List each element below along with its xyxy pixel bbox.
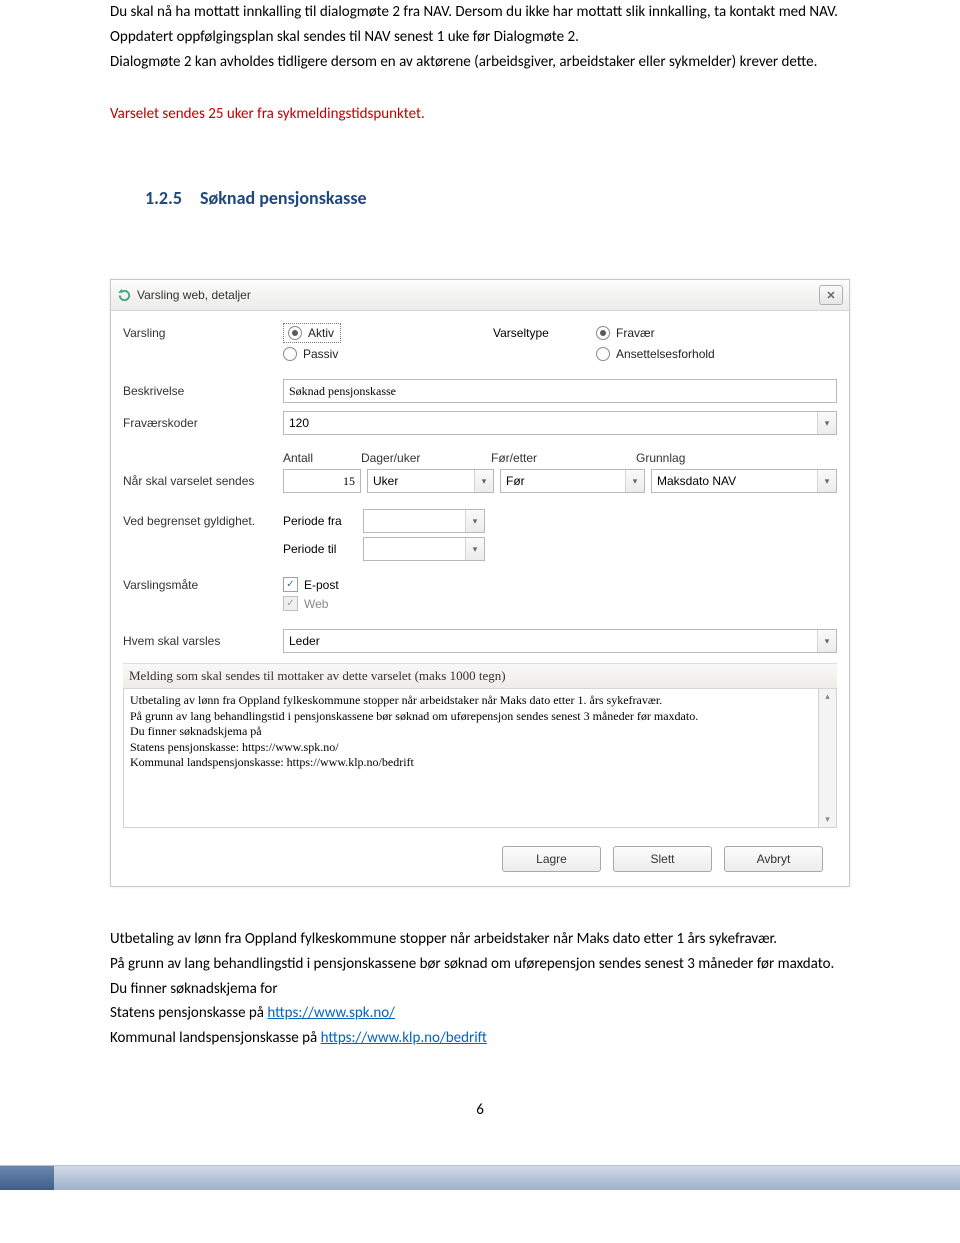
dialog-header: Varsling web, detaljer ✕ xyxy=(111,280,849,311)
lagre-button[interactable]: Lagre xyxy=(502,846,601,872)
section-title: Søknad pensjonskasse xyxy=(200,187,367,209)
spk-link[interactable]: https://www.spk.no/ xyxy=(267,1004,395,1022)
radio-fravaer[interactable] xyxy=(596,326,610,340)
label-periode-fra: Periode fra xyxy=(283,514,363,528)
after-klp: Kommunal landspensjonskasse på https://w… xyxy=(110,1026,850,1051)
select-grunnlag[interactable]: Maksdato NAV ▾ xyxy=(651,469,837,493)
label-hvem: Hvem skal varsles xyxy=(123,634,283,648)
select-hvem-value: Leder xyxy=(289,634,320,648)
page-number: 6 xyxy=(110,1101,850,1119)
intro-p1: Du skal nå ha mottatt innkalling til dia… xyxy=(110,0,850,25)
close-button[interactable]: ✕ xyxy=(819,285,843,305)
select-fravaerskoder-value: 120 xyxy=(289,416,309,430)
select-hvem[interactable]: Leder ▾ xyxy=(283,629,837,653)
spk-prefix: Statens pensjonskasse på xyxy=(110,1004,267,1022)
msg-textarea[interactable]: Utbetaling av lønn fra Oppland fylkeskom… xyxy=(123,689,819,828)
col-headers: Antall Dager/uker Før/etter Grunnlag xyxy=(283,451,837,465)
input-beskrivelse[interactable] xyxy=(283,379,837,403)
col-antall: Antall xyxy=(283,451,361,465)
date-periode-fra[interactable]: ▾ xyxy=(363,509,485,533)
col-grunnlag: Grunnlag xyxy=(636,451,837,465)
chevron-down-icon: ▾ xyxy=(474,470,493,492)
avbryt-button[interactable]: Avbryt xyxy=(724,846,823,872)
checkbox-web-label: Web xyxy=(304,597,328,611)
radio-aktiv[interactable] xyxy=(288,326,302,340)
klp-prefix: Kommunal landspensjonskasse på xyxy=(110,1029,321,1047)
select-fravaerskoder[interactable]: 120 ▾ xyxy=(283,411,837,435)
radio-passiv[interactable] xyxy=(283,347,297,361)
select-dager-uker[interactable]: Uker ▾ xyxy=(367,469,494,493)
footer-spine xyxy=(0,1166,54,1190)
chevron-down-icon: ▾ xyxy=(817,630,836,652)
scroll-down-icon[interactable]: ▾ xyxy=(825,814,830,825)
after-spk: Statens pensjonskasse på https://www.spk… xyxy=(110,1001,850,1026)
checkbox-epost-label: E-post xyxy=(304,578,339,592)
intro-p2: Oppdatert oppfølgingsplan skal sendes ti… xyxy=(110,25,850,50)
label-varseltype: Varseltype xyxy=(493,326,596,340)
chevron-down-icon: ▾ xyxy=(817,412,836,434)
label-varsling: Varsling xyxy=(123,326,283,340)
section-number: 1.2.5 xyxy=(145,187,182,209)
date-periode-til[interactable]: ▾ xyxy=(363,537,485,561)
section-heading: 1.2.5 Søknad pensjonskasse xyxy=(145,187,850,209)
scrollbar[interactable]: ▴ ▾ xyxy=(819,689,837,828)
label-gyldighet: Ved begrenset gyldighet. xyxy=(123,514,283,528)
col-for-etter: Før/etter xyxy=(491,451,636,465)
select-dager-uker-value: Uker xyxy=(373,474,398,488)
radio-fravaer-label: Fravær xyxy=(616,326,655,340)
input-antall[interactable] xyxy=(283,469,361,493)
label-varslingsmate: Varslingsmåte xyxy=(123,578,283,592)
select-grunnlag-value: Maksdato NAV xyxy=(657,474,736,488)
slett-button[interactable]: Slett xyxy=(613,846,712,872)
label-beskrivelse: Beskrivelse xyxy=(123,384,283,398)
checkbox-web: ✓ xyxy=(283,596,298,611)
after-p1: Utbetaling av lønn fra Oppland fylkeskom… xyxy=(110,927,850,952)
dialog-title: Varsling web, detaljer xyxy=(137,288,819,302)
red-note: Varselet sendes 25 uker fra sykmeldingst… xyxy=(110,102,850,127)
scroll-up-icon[interactable]: ▴ xyxy=(825,691,830,702)
klp-link[interactable]: https://www.klp.no/bedrift xyxy=(321,1029,487,1047)
radio-passiv-label: Passiv xyxy=(303,347,338,361)
radio-ansettelse-label: Ansettelsesforhold xyxy=(616,347,715,361)
select-for-etter[interactable]: Før ▾ xyxy=(500,469,645,493)
intro-p3: Dialogmøte 2 kan avholdes tidligere ders… xyxy=(110,50,850,75)
msg-header: Melding som skal sendes til mottaker av … xyxy=(123,664,837,689)
radio-aktiv-wrap[interactable]: Aktiv xyxy=(283,323,341,343)
label-periode-til: Periode til xyxy=(283,542,363,556)
chevron-down-icon: ▾ xyxy=(625,470,644,492)
select-for-etter-value: Før xyxy=(506,474,525,488)
label-fravaerskoder: Fraværskoder xyxy=(123,416,283,430)
chevron-down-icon: ▾ xyxy=(817,470,836,492)
radio-ansettelse[interactable] xyxy=(596,347,610,361)
radio-aktiv-label: Aktiv xyxy=(308,326,334,340)
col-dager-uker: Dager/uker xyxy=(361,451,491,465)
checkbox-epost[interactable]: ✓ xyxy=(283,577,298,592)
after-p2: På grunn av lang behandlingstid i pensjo… xyxy=(110,952,850,1002)
chevron-down-icon: ▾ xyxy=(465,510,484,532)
dialog-window: Varsling web, detaljer ✕ Varsling Aktiv … xyxy=(110,279,850,887)
footer-band xyxy=(0,1165,960,1190)
label-naar: Når skal varselet sendes xyxy=(123,474,283,488)
refresh-icon xyxy=(117,288,132,303)
chevron-down-icon: ▾ xyxy=(465,538,484,560)
